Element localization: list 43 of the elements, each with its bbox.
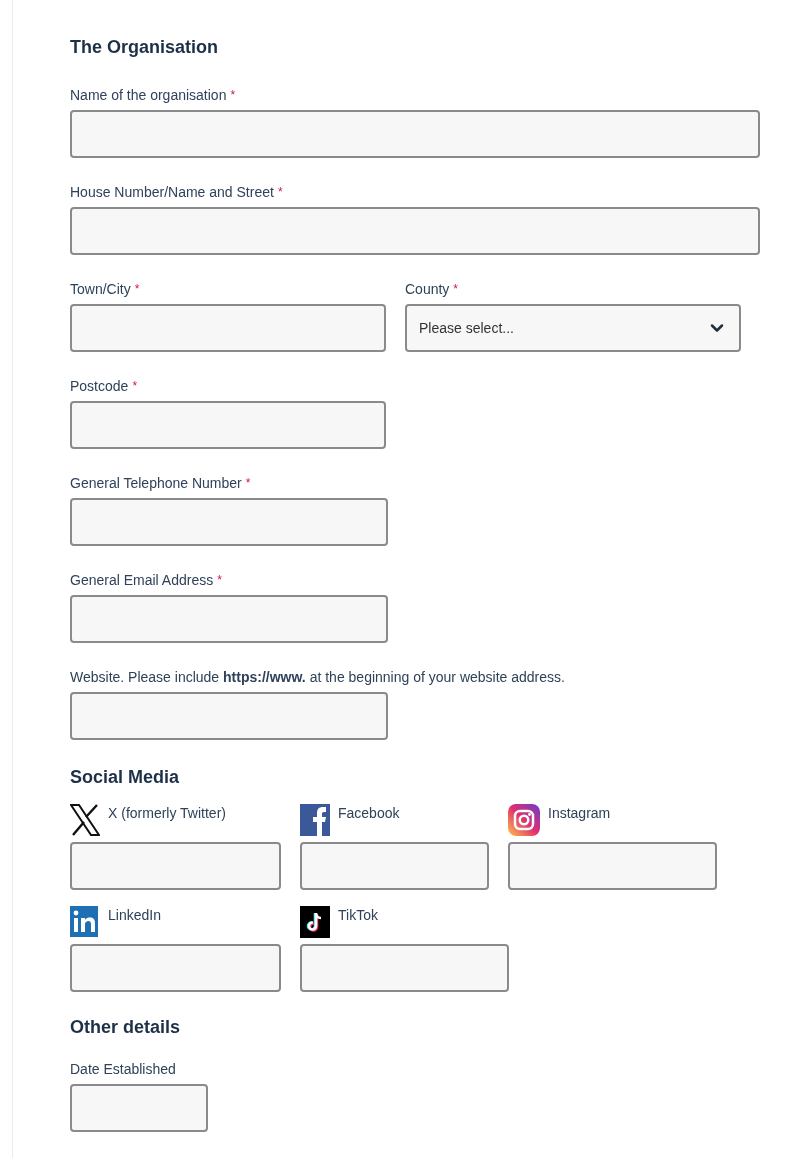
field-label: County: [405, 280, 450, 298]
section-heading: Other details: [70, 1016, 182, 1038]
text-field[interactable]: [70, 944, 281, 992]
field-label: Date Established: [70, 1060, 176, 1078]
field-label: LinkedIn: [108, 906, 161, 924]
required-asterisk: *: [277, 184, 283, 201]
field-label: Website. Please include https://www. at the beginning of your website address.: [70, 668, 565, 686]
text-field[interactable]: [70, 401, 386, 449]
county-select[interactable]: Please select...: [405, 304, 741, 352]
text-field[interactable]: [508, 842, 717, 890]
required-asterisk: *: [134, 281, 140, 298]
section-heading: The Organisation: [70, 36, 220, 58]
music-note-icon: [300, 906, 330, 938]
text-field[interactable]: [70, 692, 388, 740]
text-field[interactable]: [300, 944, 509, 992]
text-field[interactable]: [300, 842, 489, 890]
camera-logo-icon: [508, 804, 540, 836]
in-logo-icon: [70, 906, 100, 938]
field-label: General Email Address: [70, 571, 214, 589]
field-label: Facebook: [338, 804, 400, 822]
field-label: General Telephone Number: [70, 474, 242, 492]
field-label: X (formerly Twitter): [108, 804, 226, 822]
field-label: Town/City: [70, 280, 131, 298]
text-field[interactable]: [70, 1084, 208, 1132]
text-field[interactable]: [70, 304, 386, 352]
required-asterisk: *: [453, 281, 459, 298]
required-asterisk: *: [245, 475, 251, 492]
text-field[interactable]: [70, 498, 388, 546]
letter-x-icon: [70, 804, 100, 836]
text-field[interactable]: [70, 595, 388, 643]
f-logo-icon: [300, 804, 330, 836]
required-asterisk: *: [217, 572, 222, 589]
field-label: Postcode: [70, 377, 129, 395]
text-field[interactable]: [70, 842, 281, 890]
text-field[interactable]: [70, 110, 760, 158]
required-asterisk: *: [230, 87, 236, 104]
text-field[interactable]: [70, 207, 760, 255]
section-heading: Social Media: [70, 766, 181, 788]
field-label: TikTok: [338, 906, 378, 924]
field-label: House Number/Name and Street: [70, 183, 274, 201]
field-label: Instagram: [548, 804, 611, 822]
required-asterisk: *: [132, 378, 138, 395]
field-label: Name of the organisation: [70, 86, 227, 104]
